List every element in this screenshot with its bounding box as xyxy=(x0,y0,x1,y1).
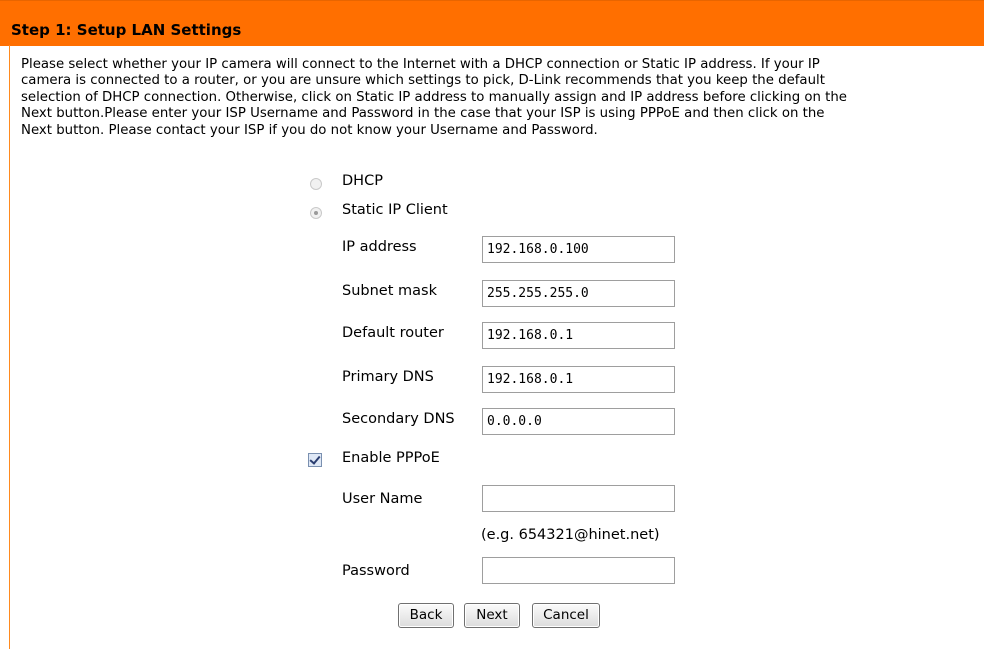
enable-pppoe-label: Enable PPPoE xyxy=(342,450,440,466)
default-router-label: Default router xyxy=(342,325,444,341)
username-hint: (e.g. 654321@hinet.net) xyxy=(481,527,660,543)
secondary-dns-label: Secondary DNS xyxy=(342,411,455,427)
subnet-mask-input[interactable]: 255.255.255.0 xyxy=(482,280,675,307)
step-header: Step 1: Setup LAN Settings xyxy=(0,0,984,46)
secondary-dns-input[interactable]: 0.0.0.0 xyxy=(482,408,675,435)
primary-dns-label: Primary DNS xyxy=(342,369,434,385)
dhcp-radio[interactable] xyxy=(310,178,322,190)
username-label: User Name xyxy=(342,491,423,507)
username-input[interactable] xyxy=(482,485,675,512)
instructions-line: Please select whether your IP camera wil… xyxy=(21,57,820,72)
instructions-line: selection of DHCP connection. Otherwise,… xyxy=(21,89,847,105)
dhcp-label: DHCP xyxy=(342,173,383,189)
default-router-input[interactable]: 192.168.0.1 xyxy=(482,322,675,349)
subnet-mask-label: Subnet mask xyxy=(342,283,437,299)
password-input[interactable] xyxy=(482,557,675,584)
panel-border xyxy=(9,45,10,649)
primary-dns-input[interactable]: 192.168.0.1 xyxy=(482,366,675,393)
ip-address-label: IP address xyxy=(342,239,417,255)
cancel-button[interactable]: Cancel xyxy=(532,603,600,628)
enable-pppoe-checkbox[interactable] xyxy=(308,453,322,467)
next-button[interactable]: Next xyxy=(464,603,520,628)
password-label: Password xyxy=(342,563,410,579)
instructions-line: Next button. Please contact your ISP if … xyxy=(21,122,598,138)
back-button[interactable]: Back xyxy=(398,603,454,628)
ip-address-input[interactable]: 192.168.0.100 xyxy=(482,236,675,263)
static-ip-label: Static IP Client xyxy=(342,202,448,218)
instructions-line: Next button.Please enter your ISP Userna… xyxy=(21,106,825,122)
static-ip-radio[interactable] xyxy=(310,207,322,219)
instructions-line: camera is connected to a router, or you … xyxy=(21,73,825,89)
instructions-text: Please select whether your IP camera wil… xyxy=(21,57,971,139)
step-title: Step 1: Setup LAN Settings xyxy=(11,21,242,39)
